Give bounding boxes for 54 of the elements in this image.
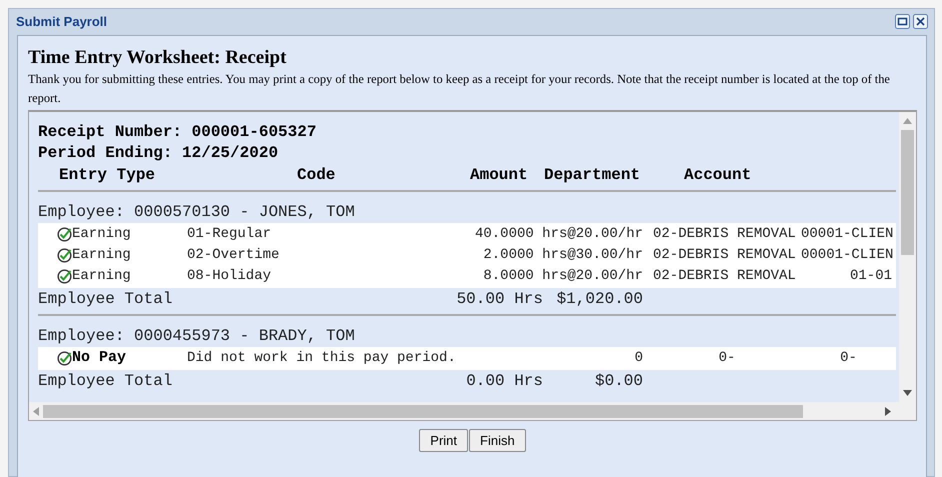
column-header: Account — [684, 164, 752, 186]
entry-type: No Pay — [72, 348, 126, 368]
entry-account: 00001-CLIEN — [801, 225, 894, 244]
entry-code: 08-Holiday — [187, 267, 272, 286]
entry-amount: 0 — [634, 349, 643, 368]
receipt-number: Receipt Number: 000001-605327 — [38, 122, 318, 143]
entry-code: 01-Regular — [187, 225, 272, 244]
entry-amount: 40.0000 hrs@20.00/hr — [474, 225, 643, 244]
entry-account: 00001-CLIEN — [801, 246, 894, 265]
instruction-text: Thank you for submitting these entries. You may print a copy of the report below to keep as a receipt for your records. Note that the receipt number is located at the top of the report. — [28, 71, 891, 107]
check-icon — [57, 269, 72, 284]
total-label: Employee Total — [38, 289, 174, 310]
column-header: Entry Type — [59, 164, 156, 186]
scrollbar-thumb[interactable] — [43, 404, 803, 418]
total-hours: 50.00 Hrs — [456, 289, 543, 310]
column-header: Department — [544, 164, 642, 186]
entry-amount: 8.0000 hrs@20.00/hr — [482, 267, 643, 286]
entry-amount: 2.0000 hrs@30.00/hr — [482, 246, 643, 265]
entry-type: Earning — [72, 225, 131, 244]
action-button[interactable]: Finish — [469, 429, 526, 452]
total-label: Employee Total — [38, 371, 174, 392]
scroll-down-icon[interactable] — [903, 390, 912, 396]
total-amount: $1,020.00 — [556, 289, 643, 310]
column-header: Code — [297, 164, 336, 186]
period-ending: Period Ending: 12/25/2020 — [38, 143, 280, 164]
column-header: Amount — [470, 164, 529, 186]
action-button[interactable]: Print — [419, 429, 468, 452]
close-icon[interactable] — [913, 14, 928, 28]
vertical-scrollbar[interactable] — [899, 112, 916, 402]
check-icon — [57, 351, 72, 366]
entry-type: Earning — [72, 246, 131, 265]
entry-department: 02-DEBRIS REMOVAL — [653, 225, 797, 244]
entry-code: Did not work in this pay period. — [187, 349, 457, 368]
entry-account: 0- — [839, 349, 858, 368]
entry-department: 02-DEBRIS REMOVAL — [653, 246, 797, 265]
employee-header: Employee: 0000570130 - JONES, TOM — [38, 202, 356, 223]
total-amount: $0.00 — [594, 371, 643, 392]
entry-department: 02-DEBRIS REMOVAL — [653, 267, 797, 286]
horizontal-scrollbar[interactable] — [29, 402, 899, 420]
check-icon — [57, 227, 72, 242]
worksheet-heading: Time Entry Worksheet: Receipt — [28, 46, 288, 70]
scroll-right-icon[interactable] — [885, 406, 891, 416]
entry-account: 01-01 — [848, 267, 893, 286]
scroll-up-icon[interactable] — [903, 118, 912, 124]
check-icon — [57, 248, 72, 263]
scrollbar-thumb[interactable] — [901, 130, 914, 255]
scroll-left-icon[interactable] — [33, 406, 39, 416]
entry-type: Earning — [72, 267, 131, 286]
window-title: Submit Payroll — [16, 14, 108, 28]
total-hours: 0.00 Hrs — [465, 371, 543, 392]
maximize-icon[interactable] — [895, 14, 910, 28]
entry-code: 02-Overtime — [187, 246, 280, 265]
entry-department: 0- — [718, 349, 736, 368]
employee-header: Employee: 0000455973 - BRADY, TOM — [38, 326, 356, 347]
